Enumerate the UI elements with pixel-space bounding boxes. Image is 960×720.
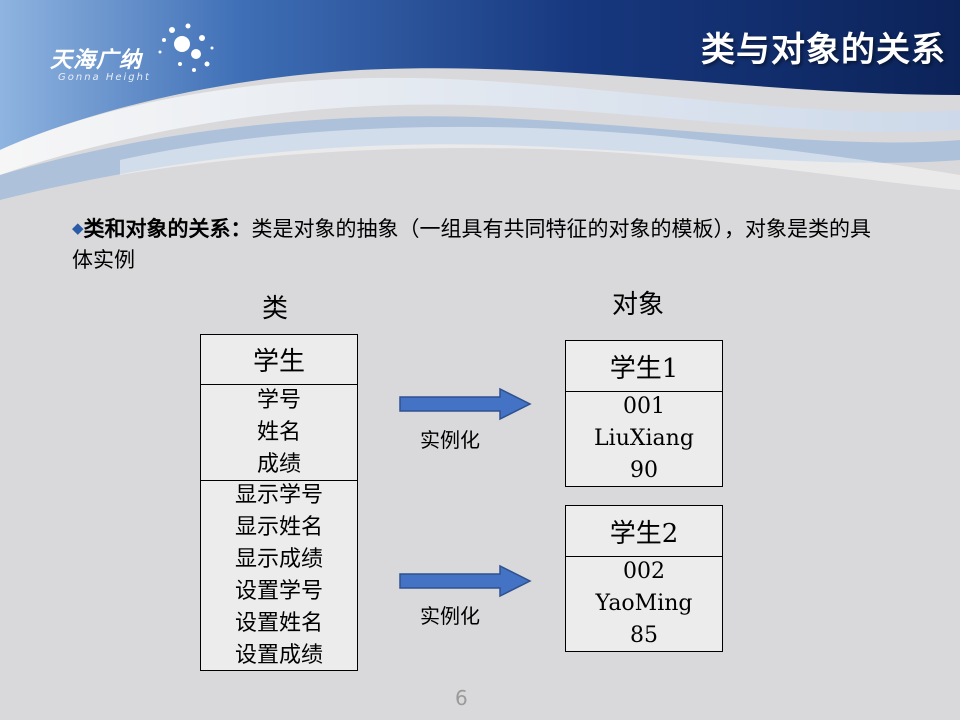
object-header: 对象 [612,290,665,320]
class-header: 类 [262,294,289,324]
object-box-1: 学生1 001 LiuXiang 90 [565,340,723,487]
class-name: 学生 [201,335,357,385]
class-attributes: 学号 姓名 成绩 [201,385,357,481]
class-box: 学生 学号 姓名 成绩 显示学号 显示姓名 显示成绩 设置学号 设置姓名 设置成… [200,334,358,671]
page-number: 6 [455,686,468,710]
object-value: 002 [623,559,665,584]
intro-paragraph: ◆类和对象的关系：类是对象的抽象（一组具有共同特征的对象的模板），对象是类的具体… [72,213,892,276]
logo-dots-icon [158,23,214,72]
slide-title: 类与对象的关系 [701,30,946,70]
object-values: 002 YaoMing 85 [566,557,722,651]
class-methods: 显示学号 显示姓名 显示成绩 设置学号 设置姓名 设置成绩 [201,481,357,670]
class-method: 显示姓名 [234,514,323,540]
intro-lead: 类和对象的关系： [83,217,252,241]
class-method: 设置成绩 [234,642,323,668]
class-attribute: 成绩 [256,451,301,477]
class-attribute: 姓名 [256,419,301,445]
class-method: 显示成绩 [234,546,323,572]
instantiate-arrow-1 [399,387,532,421]
class-attribute: 学号 [256,387,301,413]
class-method: 显示学号 [234,482,323,508]
object-value: 85 [630,623,658,648]
logo-chinese-name: 天海广纳 [50,48,143,73]
bullet-diamond-icon: ◆ [72,219,84,237]
object-box-2: 学生2 002 YaoMing 85 [565,505,723,652]
instantiate-label-2: 实例化 [420,604,480,628]
object-value: LiuXiang [594,426,694,451]
class-method: 设置姓名 [234,610,323,636]
logo-english-name: Gonna Height [58,72,151,83]
object-value: YaoMing [595,591,693,616]
object-name: 学生2 [566,506,722,557]
object-name: 学生1 [566,341,722,392]
object-value: 001 [623,394,665,419]
class-method: 设置学号 [234,578,323,604]
object-value: 90 [630,458,658,483]
object-values: 001 LiuXiang 90 [566,392,722,486]
instantiate-arrow-2 [399,564,532,598]
company-logo: 天海广纳 Gonna Height [50,20,220,90]
slide: 天海广纳 Gonna Height 类与对象的关系 ◆类和对象的关系：类是对象的… [0,0,960,720]
instantiate-label-1: 实例化 [420,428,480,452]
